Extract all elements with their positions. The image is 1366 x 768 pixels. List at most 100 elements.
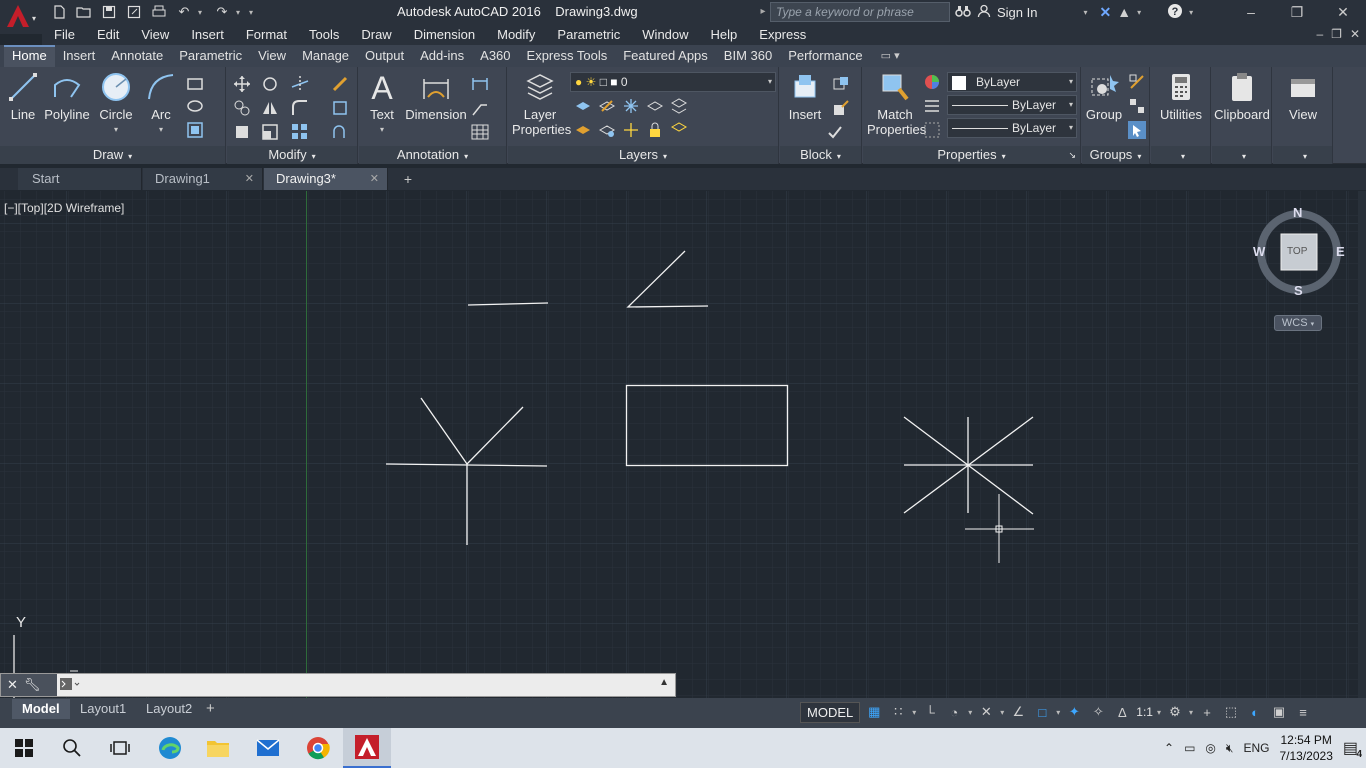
group-button[interactable]: Group [1084, 71, 1124, 122]
help-icon[interactable]: ? [1167, 3, 1183, 22]
view-button[interactable]: View [1273, 71, 1333, 122]
webcam-icon[interactable]: ◎ [1205, 741, 1215, 755]
customize-wrench-icon[interactable]: 🔧︎ [24, 677, 41, 693]
file-tab-drawing1[interactable]: Drawing1 ✕ [143, 168, 263, 190]
layer-isolate-icon[interactable] [598, 97, 616, 115]
layer-lock-icon[interactable] [646, 121, 664, 139]
print-icon[interactable] [148, 1, 170, 23]
leader-icon[interactable] [471, 99, 489, 117]
tab-performance[interactable]: Performance [780, 45, 870, 67]
move-icon[interactable] [233, 75, 251, 93]
doc-restore-icon[interactable]: ❐ [1331, 24, 1342, 45]
region-icon[interactable] [186, 121, 204, 139]
viewcube-east[interactable]: E [1336, 244, 1345, 259]
properties-panel-title[interactable]: Properties ▾ ↘ [863, 146, 1080, 164]
snap-dropdown-icon[interactable]: ▾ [912, 708, 916, 717]
layer-off-icon[interactable] [646, 97, 664, 115]
redo-dropdown-icon[interactable]: ▾ [236, 8, 246, 17]
view-panel-dropdown[interactable]: ▾ [1273, 146, 1332, 164]
menu-tools[interactable]: Tools [298, 27, 350, 42]
text-dropdown-icon[interactable]: ▾ [365, 122, 399, 137]
close-tab-icon[interactable]: ✕ [370, 168, 379, 190]
lineweight-dropdown[interactable]: ByLayer ▾ [947, 118, 1077, 138]
osnap-dropdown-icon[interactable]: ▾ [1056, 708, 1060, 717]
draw-panel-title[interactable]: Draw ▾ [0, 146, 225, 164]
layer-unlock-icon[interactable] [670, 121, 688, 139]
hardware-acceleration-icon[interactable]: ◐ [1245, 702, 1265, 722]
customize-qat-icon[interactable]: ▾ [249, 8, 259, 17]
annotation-scale-value[interactable]: 1:1 [1136, 705, 1153, 719]
stretch-icon[interactable] [233, 123, 251, 141]
layer-state-icon[interactable] [574, 97, 592, 115]
wcs-menu[interactable]: WCS ▾ [1274, 315, 1322, 331]
restore-icon[interactable]: ❐ [1274, 0, 1320, 24]
clock[interactable]: 12:54 PM 7/13/2023 [1279, 732, 1332, 764]
tab-addins[interactable]: Add-ins [412, 45, 472, 67]
color-wheel-icon[interactable] [923, 73, 941, 91]
annotation-monitor-icon[interactable]: + [1197, 702, 1217, 722]
menu-view[interactable]: View [130, 27, 180, 42]
user-icon[interactable] [977, 4, 991, 21]
search-input[interactable]: Type a keyword or phrase [770, 2, 950, 22]
block-panel-title[interactable]: Block ▾ [780, 146, 861, 164]
polar-dropdown-icon[interactable]: ▾ [968, 708, 972, 717]
task-view-button[interactable] [96, 728, 144, 768]
save-as-icon[interactable] [123, 1, 145, 23]
layout-tab-layout1[interactable]: Layout1 [70, 699, 136, 719]
modify-panel-title[interactable]: Modify ▾ [227, 146, 357, 164]
grid-display-icon[interactable]: ▦ [864, 702, 884, 722]
command-history-expand-icon[interactable]: ▲ [659, 677, 669, 688]
tab-featured-apps[interactable]: Featured Apps [615, 45, 716, 67]
table-icon[interactable] [471, 123, 489, 141]
mirror-icon[interactable] [261, 99, 279, 117]
offset-icon[interactable] [331, 123, 349, 141]
exchange-apps-icon[interactable]: ✕ [1099, 4, 1111, 21]
menu-help[interactable]: Help [700, 27, 749, 42]
recent-commands-icon[interactable] [59, 677, 83, 693]
file-tab-drawing3[interactable]: Drawing3* ✕ [264, 168, 388, 190]
sign-in-link[interactable]: Sign In [997, 5, 1037, 20]
model-space[interactable] [0, 191, 1366, 698]
scale-dropdown-icon[interactable]: ▾ [1157, 708, 1161, 717]
viewcube-north[interactable]: N [1293, 205, 1302, 220]
undo-icon[interactable]: ↶ [173, 1, 195, 23]
block-attributes-icon[interactable] [826, 123, 844, 141]
array-icon[interactable] [291, 123, 309, 141]
doc-close-icon[interactable]: ✕ [1350, 24, 1360, 45]
layer-freeze-icon[interactable] [622, 97, 640, 115]
color-dropdown[interactable]: ByLayer ▾ [947, 72, 1077, 92]
copy-icon[interactable] [233, 99, 251, 117]
close-tab-icon[interactable]: ✕ [245, 168, 254, 190]
arc-button[interactable]: Arc ▾ [144, 71, 178, 137]
workspace-gear-icon[interactable]: ⚙ [1165, 702, 1185, 722]
object-snap-icon[interactable]: □ [1032, 702, 1052, 722]
signin-dropdown-icon[interactable]: ▾ [1083, 8, 1093, 17]
tab-parametric[interactable]: Parametric [171, 45, 250, 67]
tab-insert[interactable]: Insert [55, 45, 104, 67]
annotation-visibility-icon[interactable]: ✦ [1064, 702, 1084, 722]
trim-icon[interactable] [291, 75, 309, 93]
line-button[interactable]: Line [6, 71, 40, 122]
annotation-panel-title[interactable]: Annotation ▾ [359, 146, 506, 164]
match-properties-button[interactable]: Match Properties [867, 71, 926, 137]
viewcube-west[interactable]: W [1253, 244, 1265, 259]
viewport-controls[interactable]: [−][Top][2D Wireframe] [4, 201, 124, 215]
tab-annotate[interactable]: Annotate [103, 45, 171, 67]
command-input[interactable] [87, 676, 647, 694]
open-icon[interactable] [73, 1, 95, 23]
language-indicator[interactable]: ENG [1243, 741, 1269, 755]
annotation-scale-icon[interactable]: ∆ [1112, 702, 1132, 722]
make-current-icon[interactable] [574, 121, 592, 139]
menu-parametric[interactable]: Parametric [546, 27, 631, 42]
group-selection-icon[interactable] [1128, 121, 1146, 139]
mail-app[interactable] [244, 728, 292, 768]
network-icon[interactable]: ▭ [1184, 741, 1195, 755]
workspace-dropdown-icon[interactable]: ▾ [1189, 708, 1193, 717]
linetype-dropdown[interactable]: ByLayer ▾ [947, 95, 1077, 115]
binoculars-icon[interactable] [955, 4, 971, 21]
a360-icon[interactable]: ▲ [1117, 4, 1131, 20]
snap-mode-icon[interactable]: ∷ [888, 702, 908, 722]
polar-tracking-icon[interactable]: ◔ [944, 702, 964, 722]
utilities-panel-dropdown[interactable]: ▾ [1151, 146, 1210, 164]
viewcube[interactable]: N S E W TOP [1252, 205, 1346, 299]
